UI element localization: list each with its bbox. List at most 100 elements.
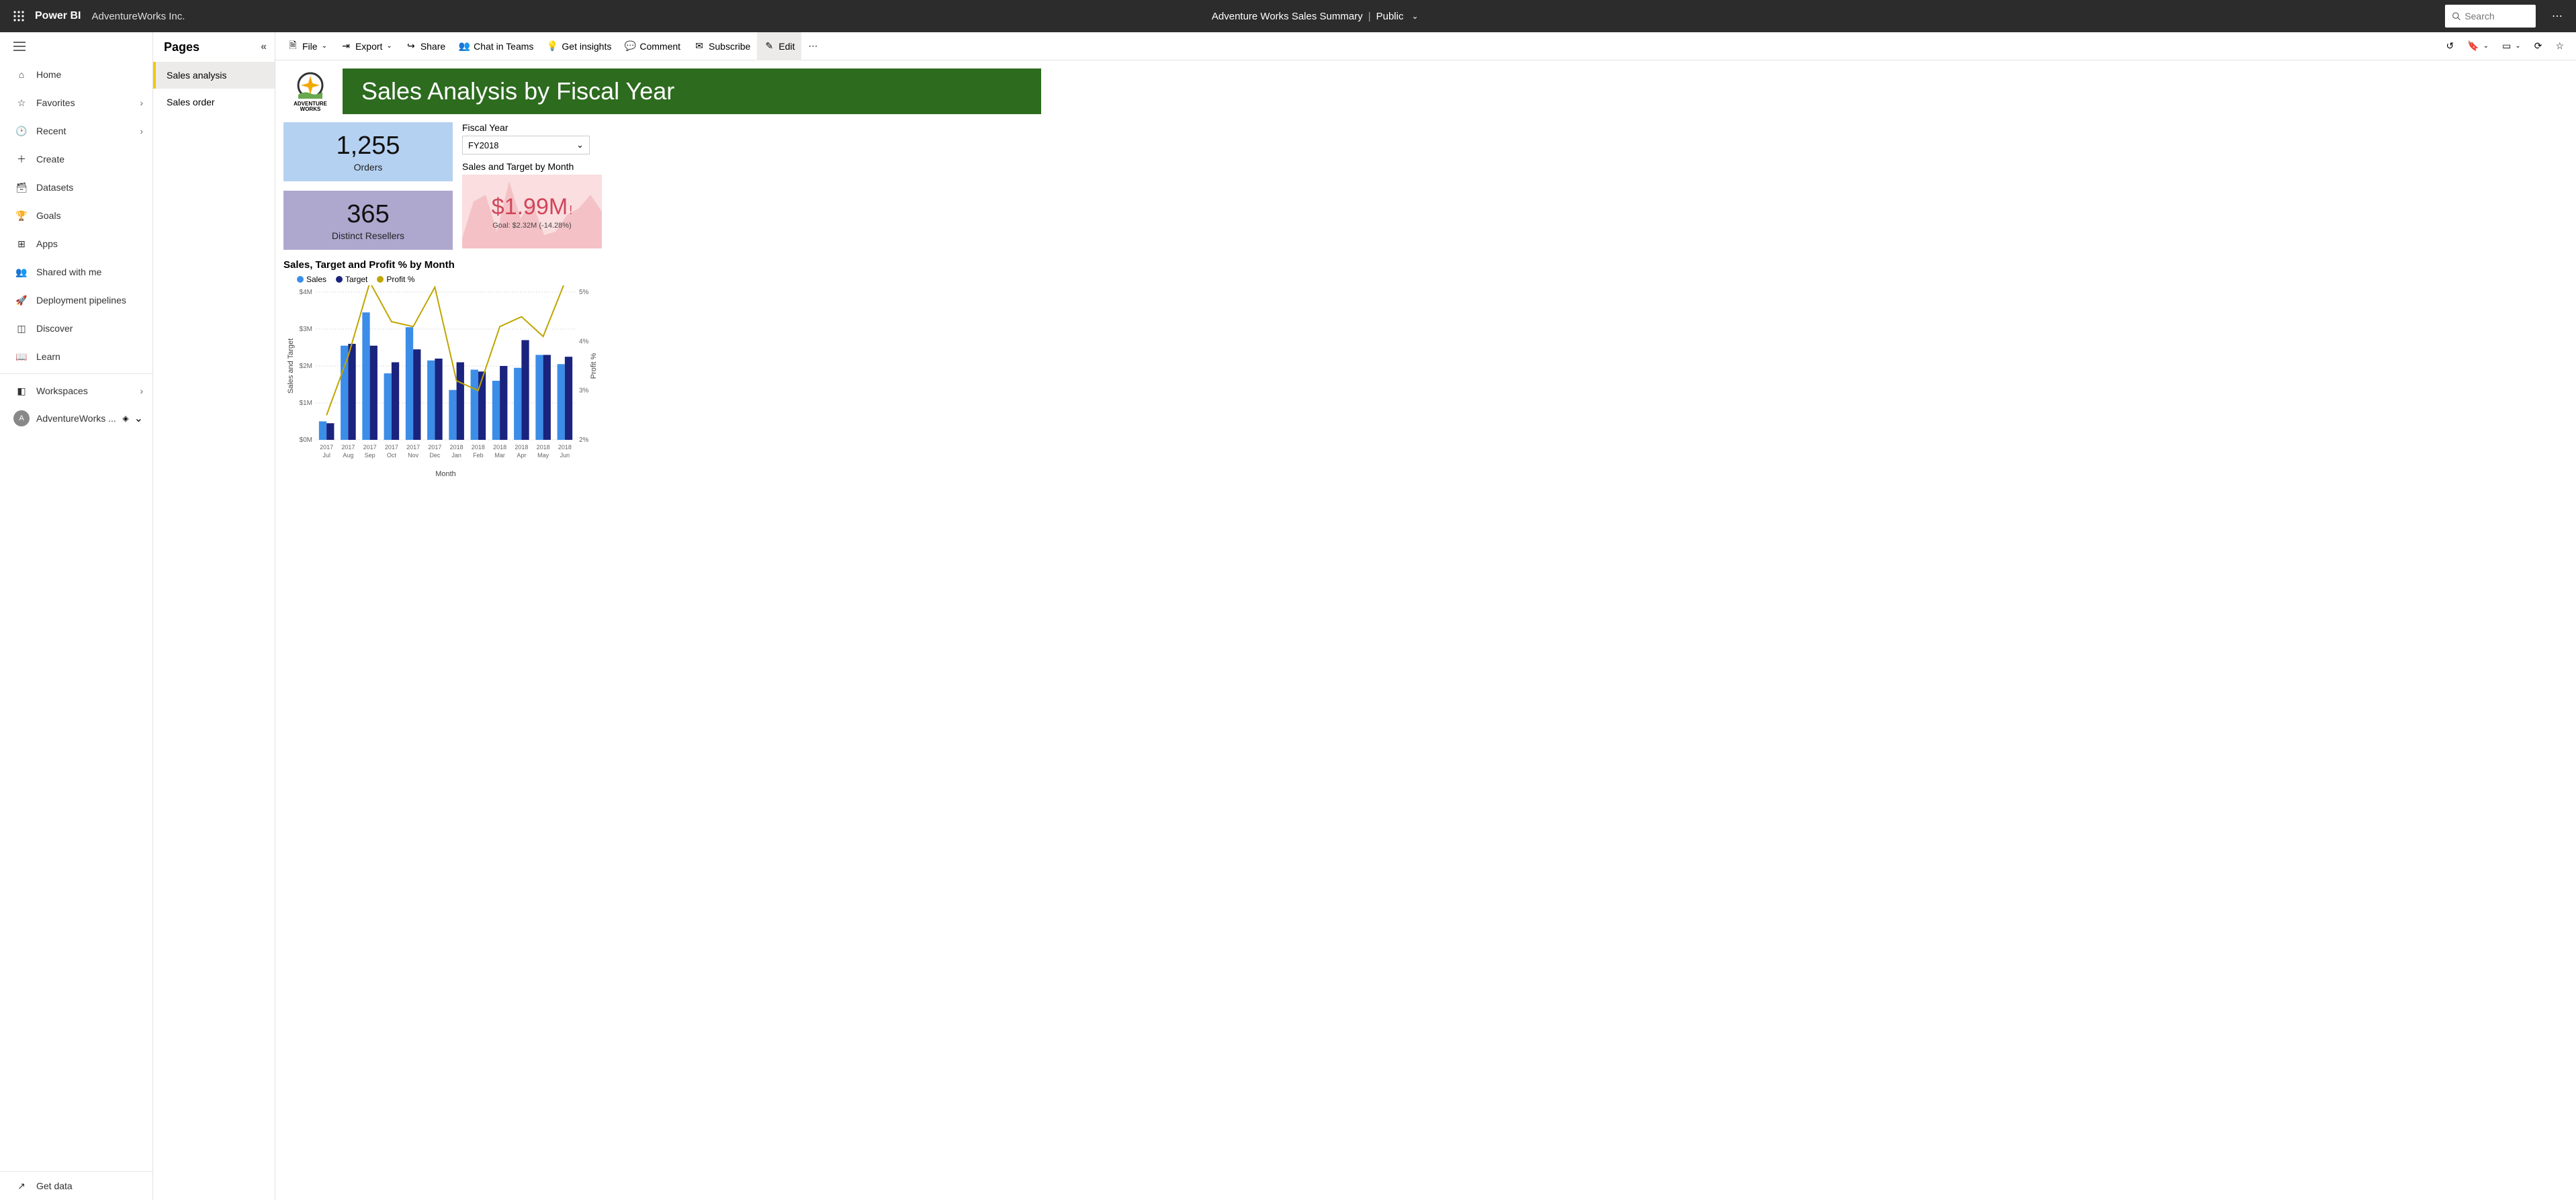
nav-learn[interactable]: 📖Learn [0, 342, 152, 371]
svg-text:Dec: Dec [429, 452, 441, 459]
share-icon: ↪ [406, 41, 416, 52]
refresh-button[interactable]: ⟳ [2528, 32, 2549, 60]
svg-text:2017: 2017 [406, 444, 420, 451]
svg-text:3%: 3% [579, 387, 589, 395]
subscribe-label: Subscribe [709, 41, 750, 52]
page-sales-order[interactable]: Sales order [153, 89, 275, 116]
chevron-down-icon: ⌄ [322, 42, 327, 50]
nav-workspaces-label: Workspaces [36, 385, 88, 396]
view-button[interactable]: ▭⌄ [2495, 32, 2528, 60]
nav-goals[interactable]: 🏆Goals [0, 201, 152, 230]
bookmark-icon: 🔖 [2467, 40, 2479, 52]
workspace-breadcrumb[interactable]: AdventureWorks Inc. [91, 11, 185, 22]
nav-recent[interactable]: 🕑Recent› [0, 117, 152, 145]
nav-create[interactable]: ＋Create [0, 145, 152, 173]
insights-button[interactable]: 💡 Get insights [540, 32, 618, 60]
chevron-down-icon: ⌄ [386, 42, 392, 50]
kpi-visual[interactable]: $1.99M ! Goal: $2.32M (-14.28%) [462, 175, 602, 248]
clock-icon: 🕑 [13, 126, 30, 137]
legend-profit: Profit % [386, 275, 414, 284]
insights-label: Get insights [562, 41, 611, 52]
svg-text:$0M: $0M [300, 436, 312, 444]
reset-button[interactable]: ↺ [2440, 32, 2461, 60]
svg-text:Jul: Jul [322, 452, 330, 459]
fiscal-year-select[interactable]: FY2018 ⌄ [462, 136, 590, 154]
search-input[interactable] [2464, 11, 2529, 21]
star-icon: ☆ [13, 97, 30, 109]
comment-button[interactable]: 💬 Comment [618, 32, 687, 60]
nav-shared[interactable]: 👥 Shared with me [0, 258, 152, 286]
svg-text:$1M: $1M [300, 400, 312, 407]
chevron-right-icon: › [140, 97, 143, 108]
trophy-icon: 🏆 [13, 210, 30, 222]
nav-get-data[interactable]: ↗Get data [0, 1172, 152, 1200]
more-button[interactable]: ⋯ [801, 32, 824, 60]
app-launcher-icon[interactable] [8, 5, 30, 27]
orders-label: Orders [354, 162, 383, 173]
report-title-bar[interactable]: Adventure Works Sales Summary | Public ⌄ [185, 11, 2445, 22]
legend-target: Target [345, 275, 367, 284]
apps-icon: ⊞ [13, 238, 30, 250]
nav-create-label: Create [36, 154, 64, 165]
chevron-down-icon: ⌄ [1411, 11, 1418, 21]
svg-text:Jun: Jun [560, 452, 570, 459]
subscribe-button[interactable]: ✉ Subscribe [687, 32, 757, 60]
svg-text:May: May [537, 452, 549, 459]
resellers-label: Distinct Resellers [332, 230, 404, 241]
refresh-icon: ⟳ [2534, 40, 2542, 52]
nav-favorites[interactable]: ☆ Favorites › [0, 89, 152, 117]
home-icon: ⌂ [13, 69, 30, 80]
nav-pipelines[interactable]: 🚀Deployment pipelines [0, 286, 152, 314]
svg-text:Apr: Apr [517, 452, 526, 459]
current-workspace[interactable]: A AdventureWorks ... ◈ ⌄ [0, 405, 152, 432]
fiscal-year-value: FY2018 [468, 140, 499, 150]
search-box[interactable] [2445, 5, 2536, 28]
page-label: Sales order [167, 97, 215, 107]
nav-favorites-label: Favorites [36, 97, 75, 108]
comment-label: Comment [639, 41, 680, 52]
svg-text:2017: 2017 [320, 444, 333, 451]
report-visibility: Public [1376, 11, 1404, 22]
favorite-button[interactable]: ☆ [2548, 32, 2571, 60]
svg-text:2017: 2017 [428, 444, 441, 451]
chart-title: Sales, Target and Profit % by Month [283, 259, 603, 271]
nav-workspaces[interactable]: ◧Workspaces› [0, 377, 152, 405]
nav-discover[interactable]: ◫Discover [0, 314, 152, 342]
chat-teams-button[interactable]: 👥Chat in Teams [452, 32, 540, 60]
share-button[interactable]: ↪Share [399, 32, 452, 60]
undo-icon: ↺ [2446, 40, 2454, 52]
svg-text:2018: 2018 [493, 444, 506, 451]
svg-text:2018: 2018 [537, 444, 550, 451]
report-canvas[interactable]: ADVENTUREWORKS Sales Analysis by Fiscal … [275, 60, 2576, 1200]
nav-shared-label: Shared with me [36, 267, 101, 277]
comment-icon: 💬 [625, 41, 635, 52]
nav-discover-label: Discover [36, 323, 73, 334]
svg-text:Oct: Oct [387, 452, 397, 459]
page-sales-analysis[interactable]: Sales analysis [153, 62, 275, 89]
export-menu[interactable]: ⇥Export⌄ [334, 32, 399, 60]
sales-target-profit-chart[interactable]: Sales, Target and Profit % by Month Sale… [283, 259, 603, 483]
svg-text:Jan: Jan [451, 452, 461, 459]
chart-legend: Sales Target Profit % [297, 275, 603, 284]
edit-button[interactable]: ✎Edit [757, 32, 801, 60]
chevron-down-icon: ⌄ [134, 412, 143, 425]
report-title-banner: Sales Analysis by Fiscal Year [343, 68, 1041, 114]
collapse-pane-button[interactable]: « [261, 41, 267, 53]
nav-home[interactable]: ⌂Home [0, 60, 152, 89]
mail-icon: ✉ [694, 41, 705, 52]
file-menu[interactable]: 🗎File⌄ [281, 32, 334, 60]
nav-apps[interactable]: ⊞Apps [0, 230, 152, 258]
nav-datasets[interactable]: 🗃 Datasets [0, 173, 152, 201]
more-options-button[interactable]: ⋯ [2546, 5, 2568, 27]
nav-toggle-button[interactable] [0, 32, 152, 60]
orders-card[interactable]: 1,255 Orders [283, 122, 453, 181]
dataset-icon: 🗃 [13, 182, 30, 193]
lightbulb-icon: 💡 [547, 41, 558, 52]
resellers-card[interactable]: 365 Distinct Resellers [283, 191, 453, 250]
product-name: Power BI [35, 10, 81, 22]
nav-pipelines-label: Deployment pipelines [36, 295, 126, 306]
warning-icon: ! [569, 203, 572, 218]
people-icon: 👥 [13, 267, 30, 278]
nav-datasets-label: Datasets [36, 182, 73, 193]
bookmark-button[interactable]: 🔖⌄ [2460, 32, 2495, 60]
